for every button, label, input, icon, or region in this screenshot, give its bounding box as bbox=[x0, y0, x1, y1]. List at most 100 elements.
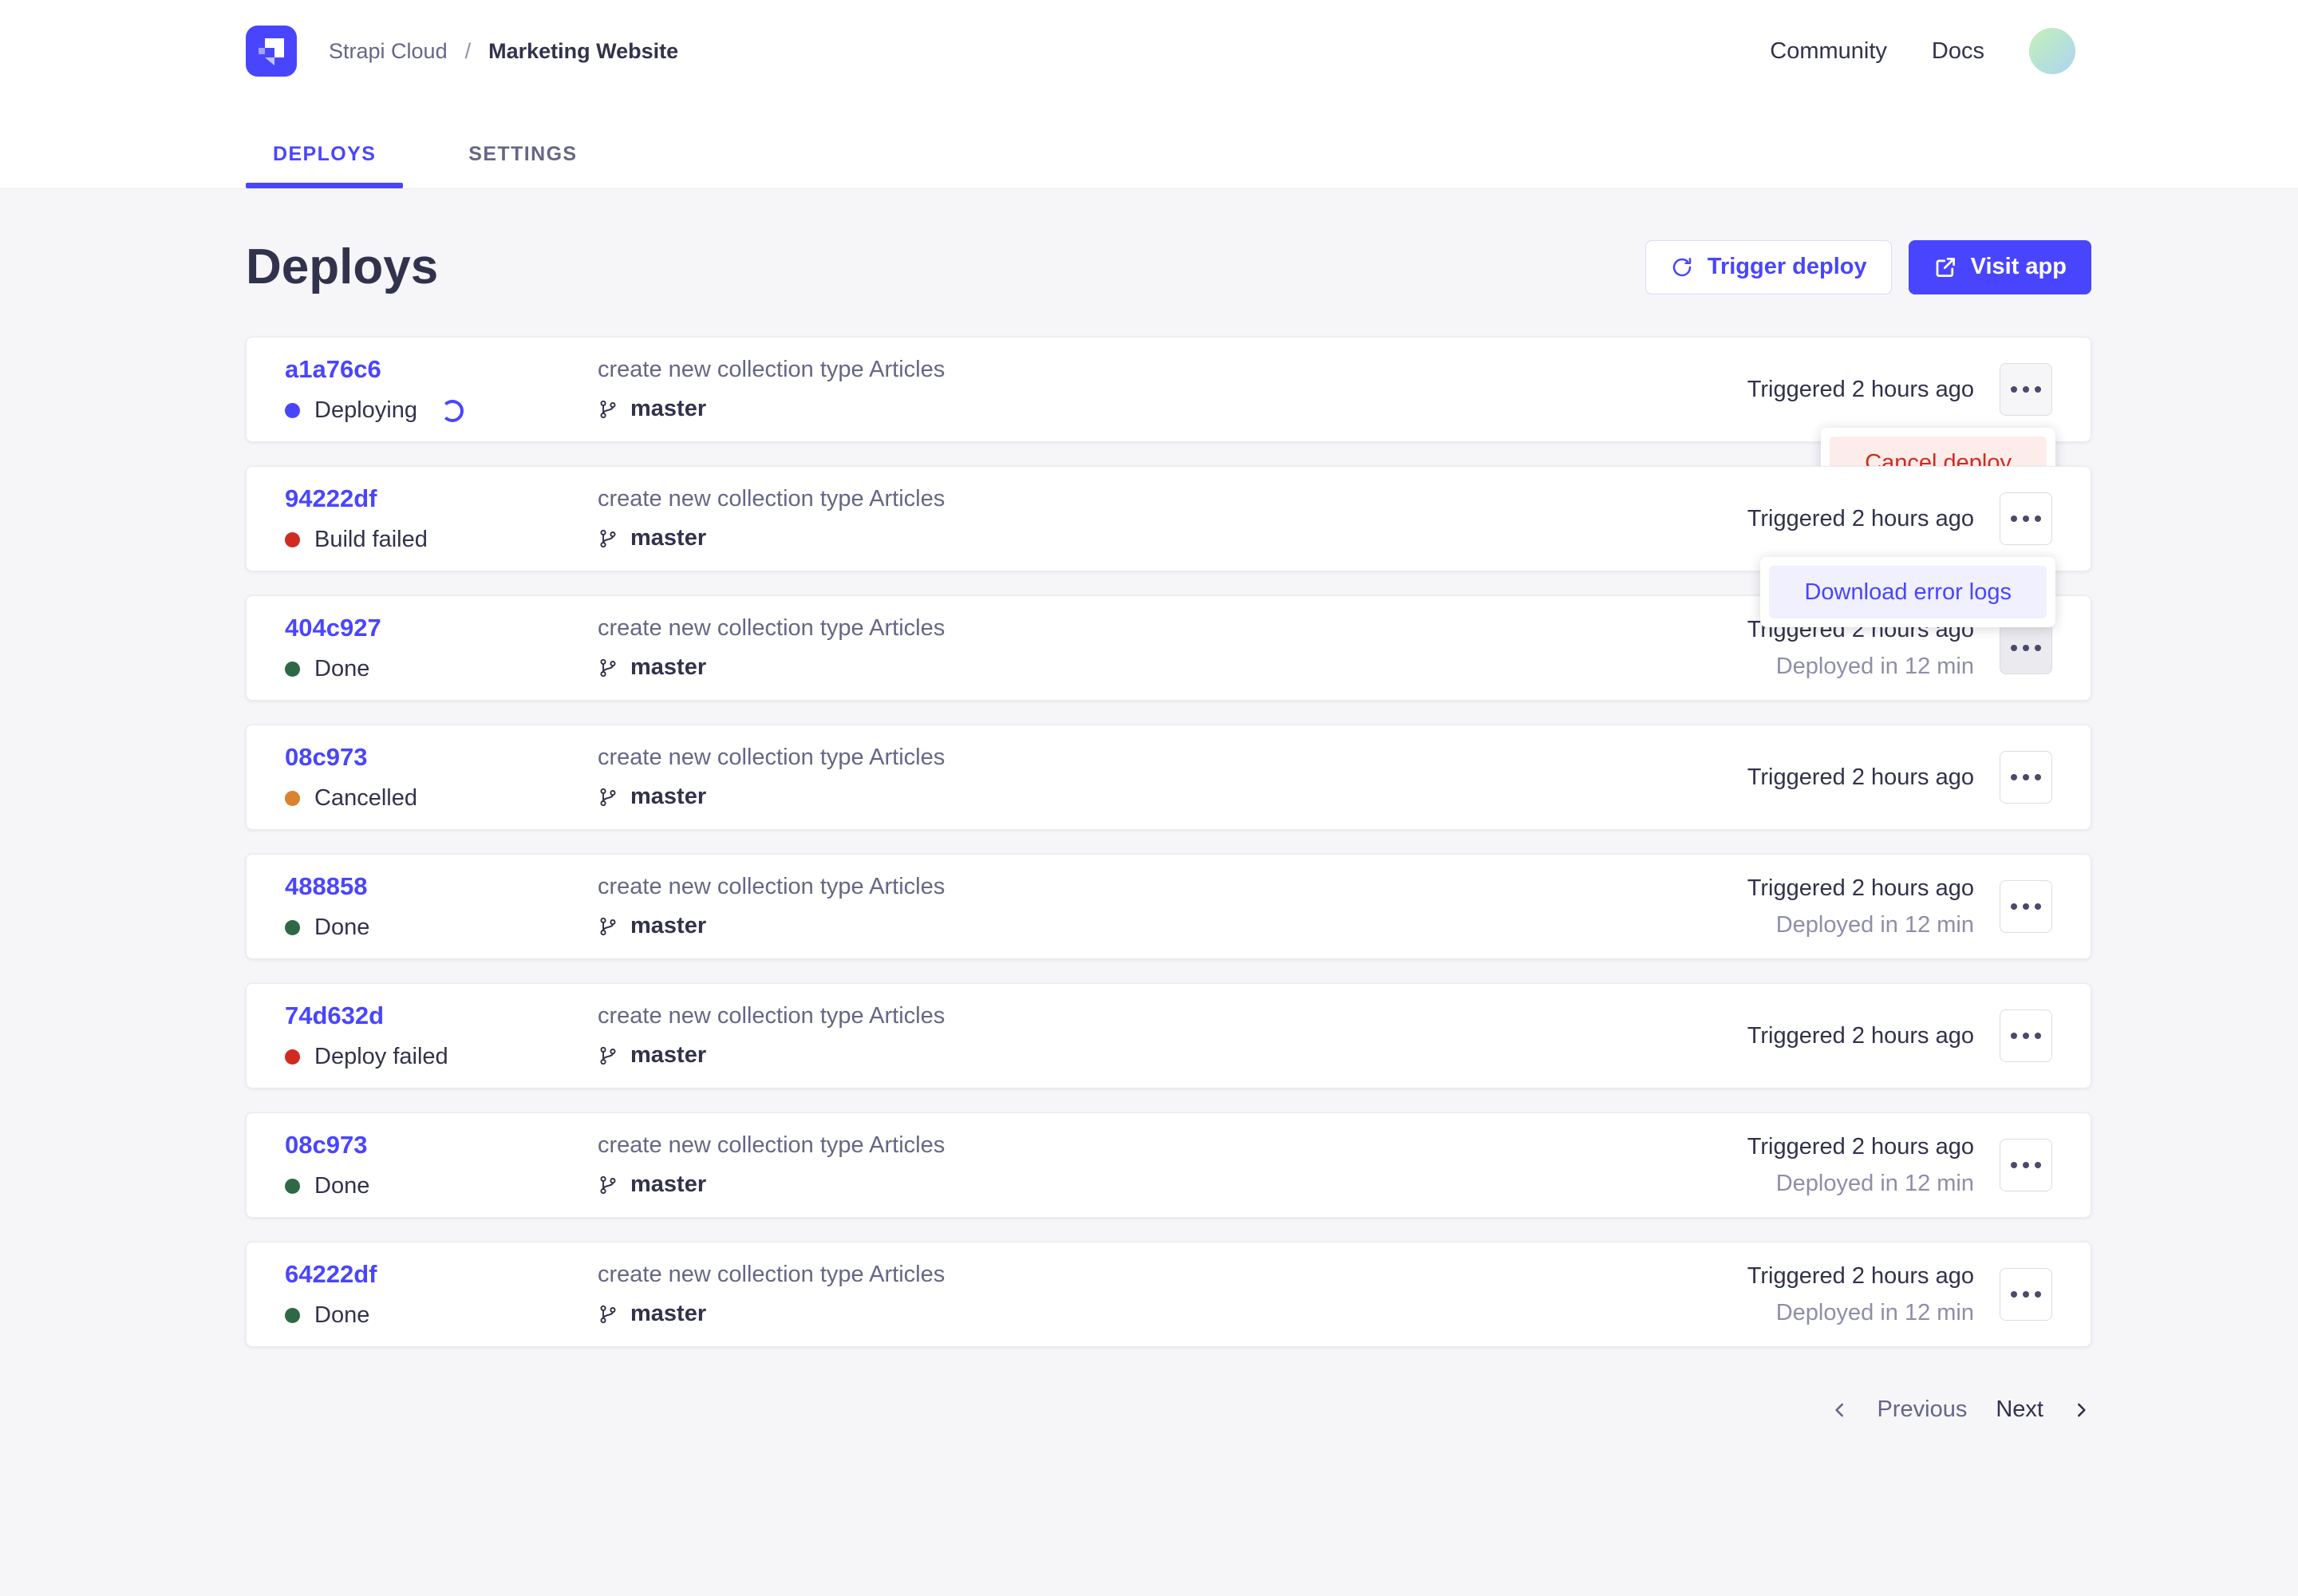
row-actions-menu: Download error logs bbox=[1760, 557, 2055, 627]
deploy-card: 64222df Done create new collection type … bbox=[246, 1242, 2091, 1347]
deploy-card: 488858 Done create new collection type A… bbox=[246, 854, 2091, 959]
status-label: Done bbox=[314, 1173, 369, 1199]
row-actions-button[interactable] bbox=[2000, 1268, 2052, 1321]
row-actions-button[interactable] bbox=[2000, 492, 2052, 545]
external-link-icon bbox=[1933, 255, 1957, 279]
commit-hash-link[interactable]: a1a76c6 bbox=[285, 355, 598, 384]
community-link[interactable]: Community bbox=[1770, 38, 1887, 65]
ellipsis-icon bbox=[2011, 903, 2017, 910]
status-dot bbox=[285, 403, 300, 418]
ellipsis-icon bbox=[2011, 386, 2017, 393]
commit-hash-link[interactable]: 404c927 bbox=[285, 614, 598, 642]
git-branch-icon bbox=[598, 1175, 618, 1195]
loading-spinner bbox=[441, 400, 464, 422]
commit-hash-link[interactable]: 64222df bbox=[285, 1260, 598, 1289]
next-page-button[interactable]: Next bbox=[1996, 1396, 2091, 1423]
commit-hash-link[interactable]: 08c973 bbox=[285, 1131, 598, 1159]
status-row: Done bbox=[285, 915, 598, 941]
row-actions-button[interactable] bbox=[2000, 1009, 2052, 1062]
menu-action-button[interactable]: Download error logs bbox=[1769, 566, 2047, 618]
trigger-deploy-button[interactable]: Trigger deploy bbox=[1645, 240, 1892, 294]
strapi-logo-icon[interactable] bbox=[246, 26, 297, 77]
pagination: Previous Next bbox=[246, 1396, 2091, 1423]
main-content: Deploys Trigger deploy Visit app a1a76c6 bbox=[0, 189, 2298, 1423]
commit-message: create new collection type Articles bbox=[598, 357, 1747, 383]
chevron-left-icon bbox=[1830, 1400, 1850, 1420]
status-dot bbox=[285, 1179, 300, 1194]
git-branch-icon bbox=[598, 528, 618, 549]
status-row: Build failed bbox=[285, 527, 598, 553]
status-row: Cancelled bbox=[285, 785, 598, 812]
git-branch-icon bbox=[598, 658, 618, 678]
commit-message: create new collection type Articles bbox=[598, 745, 1747, 771]
deploy-duration: Deployed in 12 min bbox=[1747, 1171, 1974, 1197]
commit-hash-link[interactable]: 74d632d bbox=[285, 1001, 598, 1030]
row-actions-button[interactable] bbox=[2000, 363, 2052, 416]
docs-link[interactable]: Docs bbox=[1932, 38, 1984, 65]
row-actions-button[interactable] bbox=[2000, 622, 2052, 674]
status-dot bbox=[285, 532, 300, 547]
git-branch-icon bbox=[598, 399, 618, 420]
branch-name: master bbox=[630, 525, 706, 551]
branch-name: master bbox=[630, 1042, 706, 1069]
triggered-time: Triggered 2 hours ago bbox=[1747, 506, 1974, 532]
commit-hash-link[interactable]: 488858 bbox=[285, 872, 598, 901]
commit-message: create new collection type Articles bbox=[598, 1132, 1747, 1159]
previous-page-button[interactable]: Previous bbox=[1830, 1396, 1968, 1423]
status-label: Done bbox=[314, 656, 369, 682]
chevron-right-icon bbox=[2071, 1400, 2091, 1420]
status-label: Deploying bbox=[314, 397, 417, 424]
ellipsis-icon bbox=[2011, 1162, 2017, 1168]
branch-row: master bbox=[598, 396, 1747, 422]
commit-message: create new collection type Articles bbox=[598, 486, 1747, 512]
row-actions-button[interactable] bbox=[2000, 880, 2052, 933]
deploy-card: a1a76c6 Deploying create new collection … bbox=[246, 337, 2091, 442]
breadcrumb-current: Marketing Website bbox=[488, 39, 678, 64]
branch-name: master bbox=[630, 654, 706, 681]
deploy-card: 94222df Build failed create new collecti… bbox=[246, 466, 2091, 571]
deploy-duration: Deployed in 12 min bbox=[1747, 1300, 1974, 1326]
status-label: Done bbox=[314, 1302, 369, 1329]
user-avatar[interactable] bbox=[2029, 28, 2075, 74]
status-dot bbox=[285, 1049, 300, 1065]
trigger-deploy-label: Trigger deploy bbox=[1708, 254, 1867, 280]
page-title: Deploys bbox=[246, 239, 438, 295]
row-actions-button[interactable] bbox=[2000, 1139, 2052, 1191]
status-label: Done bbox=[314, 915, 369, 941]
commit-hash-link[interactable]: 08c973 bbox=[285, 743, 598, 772]
deploy-list: a1a76c6 Deploying create new collection … bbox=[246, 337, 2091, 1347]
breadcrumb-root[interactable]: Strapi Cloud bbox=[329, 39, 448, 64]
deploy-card: 74d632d Deploy failed create new collect… bbox=[246, 983, 2091, 1088]
status-dot bbox=[285, 1308, 300, 1323]
status-dot bbox=[285, 662, 300, 677]
commit-message: create new collection type Articles bbox=[598, 1262, 1747, 1288]
triggered-time: Triggered 2 hours ago bbox=[1747, 1134, 1974, 1160]
status-row: Done bbox=[285, 1173, 598, 1199]
branch-name: master bbox=[630, 1171, 706, 1198]
deploy-card: 08c973 Cancelled create new collection t… bbox=[246, 725, 2091, 830]
refresh-icon bbox=[1670, 255, 1694, 279]
visit-app-button[interactable]: Visit app bbox=[1909, 240, 2091, 294]
branch-name: master bbox=[630, 784, 706, 810]
app-header: Strapi Cloud / Marketing Website Communi… bbox=[0, 0, 2298, 189]
branch-name: master bbox=[630, 913, 706, 939]
triggered-time: Triggered 2 hours ago bbox=[1747, 875, 1974, 902]
tab-bar: DEPLOYS SETTINGS bbox=[246, 143, 605, 188]
commit-hash-link[interactable]: 94222df bbox=[285, 484, 598, 513]
git-branch-icon bbox=[598, 1045, 618, 1066]
deploy-duration: Deployed in 12 min bbox=[1747, 654, 1974, 680]
next-label: Next bbox=[1996, 1396, 2043, 1423]
breadcrumb-separator: / bbox=[465, 39, 472, 64]
ellipsis-icon bbox=[2011, 645, 2017, 651]
branch-row: master bbox=[598, 913, 1747, 939]
status-row: Done bbox=[285, 656, 598, 682]
tab-deploys[interactable]: DEPLOYS bbox=[246, 143, 403, 188]
commit-message: create new collection type Articles bbox=[598, 1003, 1747, 1029]
git-branch-icon bbox=[598, 787, 618, 808]
triggered-time: Triggered 2 hours ago bbox=[1747, 377, 1974, 403]
status-label: Cancelled bbox=[314, 785, 417, 812]
row-actions-button[interactable] bbox=[2000, 751, 2052, 804]
commit-message: create new collection type Articles bbox=[598, 615, 1747, 642]
deploy-card: 08c973 Done create new collection type A… bbox=[246, 1112, 2091, 1218]
tab-settings[interactable]: SETTINGS bbox=[441, 143, 604, 188]
